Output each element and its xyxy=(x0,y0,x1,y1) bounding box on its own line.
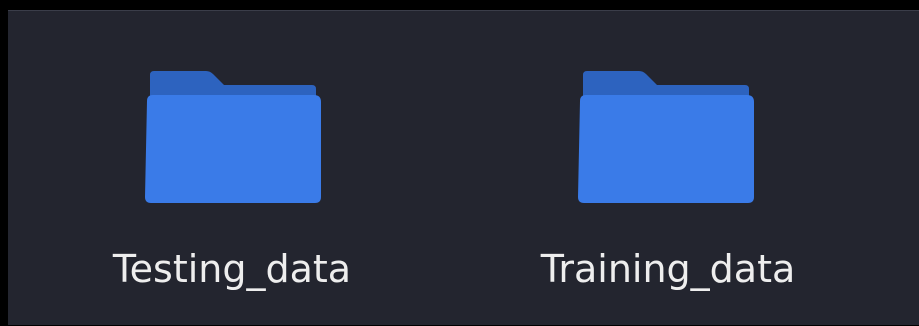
folder-item-testing-data[interactable]: Testing_data xyxy=(87,11,377,326)
folder-icon xyxy=(144,71,321,203)
folder-label: Training_data xyxy=(540,247,796,291)
folder-label: Testing_data xyxy=(112,247,352,291)
folder-item-training-data[interactable]: Training_data xyxy=(520,11,810,326)
file-manager-window: Testing_data Training_data xyxy=(8,10,919,325)
folder-icon xyxy=(577,71,754,203)
file-view: Testing_data Training_data xyxy=(8,11,919,325)
